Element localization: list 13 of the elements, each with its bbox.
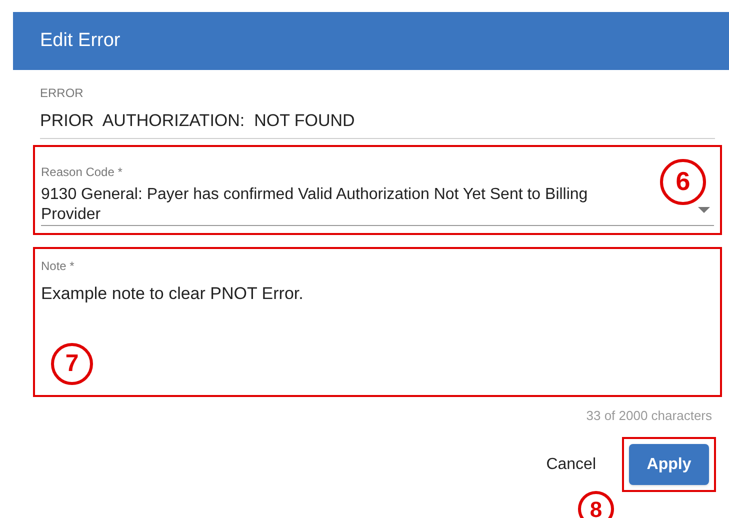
field-label: ERROR (40, 85, 84, 102)
cancel-button[interactable]: Cancel (542, 452, 600, 476)
character-counter: 33 of 2000 characters (586, 406, 712, 424)
callout-marker: 7 (51, 342, 93, 384)
error-value: PRIOR AUTHORIZATION: NOT FOUND (40, 110, 356, 132)
note-field[interactable]: Example note to clear PNOT Error. (41, 280, 714, 306)
callout-marker: 6 (660, 158, 706, 204)
field-label: Note * (41, 258, 76, 274)
callout-marker: 8 (578, 491, 614, 518)
dialog-title: Edit Error (40, 28, 120, 53)
field-label: Reason Code * (41, 164, 124, 180)
apply-button[interactable]: Apply (629, 444, 709, 485)
dropdown-caret-icon (698, 206, 710, 212)
